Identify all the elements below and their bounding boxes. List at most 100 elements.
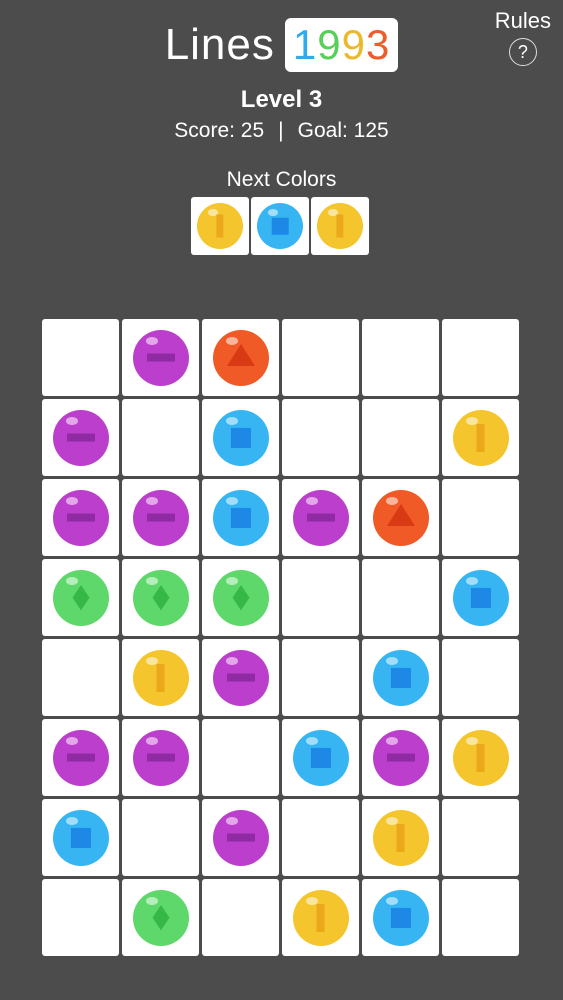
rules-button[interactable]: Rules ? (495, 8, 551, 66)
board-cell[interactable] (42, 319, 119, 396)
board-cell[interactable] (42, 799, 119, 876)
purple-ball[interactable] (212, 809, 269, 866)
board-cell[interactable] (122, 639, 199, 716)
green-ball[interactable] (132, 569, 189, 626)
board-cell[interactable] (442, 399, 519, 476)
board-cell[interactable] (362, 319, 439, 396)
highlight (305, 497, 319, 506)
yellow-ball[interactable] (452, 409, 509, 466)
board-cell[interactable] (122, 399, 199, 476)
highlight (65, 497, 79, 506)
orange-ball[interactable] (372, 489, 429, 546)
board-cell[interactable] (442, 479, 519, 556)
board-cell[interactable] (282, 639, 359, 716)
next-colors-label: Next Colors (226, 168, 337, 191)
board-cell[interactable] (202, 879, 279, 956)
board-cell[interactable] (282, 879, 359, 956)
board-cell[interactable] (282, 799, 359, 876)
board-cell[interactable] (442, 639, 519, 716)
highlight (225, 497, 239, 506)
board-cell[interactable] (362, 879, 439, 956)
board-cell[interactable] (202, 319, 279, 396)
board-cell[interactable] (202, 639, 279, 716)
diamond-icon (71, 584, 90, 611)
board-cell[interactable] (282, 479, 359, 556)
purple-ball[interactable] (52, 489, 109, 546)
blue-ball[interactable] (212, 409, 269, 466)
board-cell[interactable] (202, 479, 279, 556)
question-icon: ? (508, 38, 537, 66)
board-cell[interactable] (362, 479, 439, 556)
board-cell[interactable] (442, 799, 519, 876)
yellow-ball[interactable] (292, 889, 349, 946)
board-cell[interactable] (282, 719, 359, 796)
purple-ball[interactable] (132, 729, 189, 786)
score-line: Score: 25 | Goal: 125 (0, 119, 563, 143)
purple-ball[interactable] (132, 329, 189, 386)
board-cell[interactable] (122, 879, 199, 956)
green-ball[interactable] (52, 569, 109, 626)
board-cell[interactable] (42, 879, 119, 956)
green-ball[interactable] (132, 889, 189, 946)
board-cell[interactable] (202, 799, 279, 876)
board-cell[interactable] (122, 719, 199, 796)
title-text: Lines (164, 20, 275, 69)
highlight (268, 209, 279, 216)
board-cell[interactable] (362, 559, 439, 636)
yellow-ball[interactable] (452, 729, 509, 786)
board-cell[interactable] (282, 319, 359, 396)
purple-ball[interactable] (132, 489, 189, 546)
board-cell[interactable] (42, 399, 119, 476)
board-cell[interactable] (442, 879, 519, 956)
board-cell[interactable] (42, 479, 119, 556)
blue-ball[interactable] (372, 889, 429, 946)
board-cell[interactable] (362, 719, 439, 796)
bar-icon (66, 513, 95, 522)
next-color-slot (251, 197, 309, 255)
square-icon (70, 827, 91, 848)
vertical-bar-icon (336, 214, 344, 238)
blue-ball[interactable] (372, 649, 429, 706)
board-cell[interactable] (202, 719, 279, 796)
purple-ball[interactable] (52, 409, 109, 466)
board-cell[interactable] (122, 799, 199, 876)
purple-ball[interactable] (52, 729, 109, 786)
purple-ball[interactable] (292, 489, 349, 546)
blue-ball[interactable] (452, 569, 509, 626)
vertical-bar-icon (216, 214, 224, 238)
board-cell[interactable] (362, 399, 439, 476)
board-cell[interactable] (42, 559, 119, 636)
square-icon (230, 427, 251, 448)
next-color-slot (311, 197, 369, 255)
square-icon (230, 507, 251, 528)
board-cell[interactable] (442, 559, 519, 636)
bar-icon (66, 753, 95, 762)
bar-icon (66, 433, 95, 442)
board-cell[interactable] (42, 639, 119, 716)
board-cell[interactable] (202, 399, 279, 476)
board-cell[interactable] (122, 559, 199, 636)
yellow-ball[interactable] (132, 649, 189, 706)
purple-ball[interactable] (372, 729, 429, 786)
bar-icon (226, 833, 255, 842)
board-cell[interactable] (362, 799, 439, 876)
board-cell[interactable] (122, 479, 199, 556)
board-cell[interactable] (202, 559, 279, 636)
game-board[interactable] (42, 319, 521, 956)
board-cell[interactable] (282, 399, 359, 476)
board-cell[interactable] (42, 719, 119, 796)
purple-ball[interactable] (212, 649, 269, 706)
blue-ball[interactable] (292, 729, 349, 786)
blue-ball[interactable] (52, 809, 109, 866)
score-text: Score: 25 (174, 119, 265, 142)
board-cell[interactable] (122, 319, 199, 396)
orange-ball[interactable] (212, 329, 269, 386)
next-colors-preview (191, 197, 369, 255)
board-cell[interactable] (442, 319, 519, 396)
board-cell[interactable] (362, 639, 439, 716)
green-ball[interactable] (212, 569, 269, 626)
blue-ball[interactable] (212, 489, 269, 546)
board-cell[interactable] (282, 559, 359, 636)
yellow-ball[interactable] (372, 809, 429, 866)
board-cell[interactable] (442, 719, 519, 796)
